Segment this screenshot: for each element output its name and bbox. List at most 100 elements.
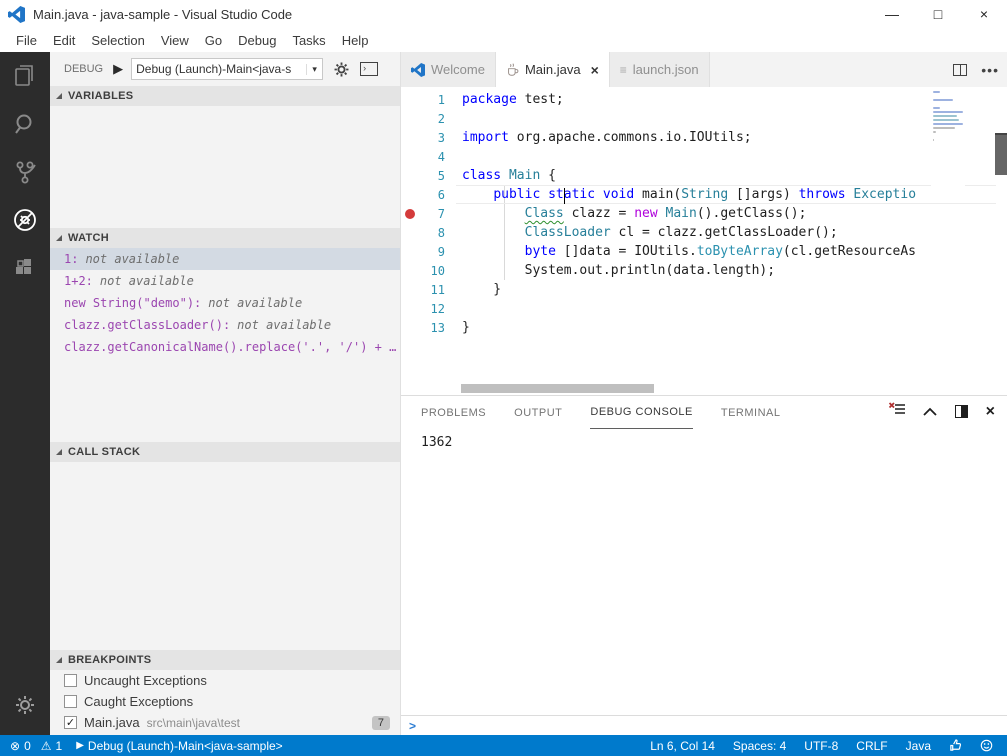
tab-terminal[interactable]: TERMINAL	[721, 396, 781, 429]
menu-item-go[interactable]: Go	[197, 31, 230, 50]
debug-launch-status[interactable]: ▶ Debug (Launch)-Main<java-sample>	[76, 739, 282, 753]
watch-item[interactable]: 1+2: not available	[50, 270, 400, 292]
search-icon[interactable]	[0, 100, 50, 148]
start-debug-button[interactable]: ▶	[113, 61, 123, 77]
close-tab-icon[interactable]: ×	[591, 62, 599, 78]
line-number[interactable]: 12	[419, 302, 445, 316]
breakpoint-gutter[interactable]	[401, 280, 419, 299]
breakpoint-gutter[interactable]	[401, 90, 419, 109]
line-number[interactable]: 8	[419, 226, 445, 240]
breakpoint-gutter[interactable]	[401, 223, 419, 242]
watch-item[interactable]: clazz.getClassLoader(): not available	[50, 314, 400, 336]
tab-welcome[interactable]: Welcome	[401, 52, 496, 87]
eol-status[interactable]: CRLF	[856, 739, 887, 753]
checkbox-unchecked-icon[interactable]	[64, 695, 77, 708]
line-number[interactable]: 9	[419, 245, 445, 259]
explorer-icon[interactable]	[0, 52, 50, 100]
indentation-status[interactable]: Spaces: 4	[733, 739, 786, 753]
line-number[interactable]: 4	[419, 150, 445, 164]
breakpoint-gutter[interactable]	[401, 204, 419, 223]
maximize-panel-icon[interactable]	[923, 403, 937, 421]
menu-item-file[interactable]: File	[8, 31, 45, 50]
vertical-scrollbar[interactable]	[995, 135, 1007, 175]
section-header-call-stack[interactable]: CALL STACK	[50, 442, 400, 462]
minimap[interactable]	[931, 87, 965, 187]
language-status[interactable]: Java	[906, 739, 931, 753]
menu-item-tasks[interactable]: Tasks	[284, 31, 333, 50]
breakpoint-gutter[interactable]	[401, 261, 419, 280]
breakpoint-gutter[interactable]	[401, 166, 419, 185]
code-editor[interactable]: 1 package test; 2 3 import org.apache.common…	[401, 87, 1007, 395]
tab-launch-json[interactable]: ≡ launch.json	[609, 52, 710, 87]
source-control-icon[interactable]	[0, 148, 50, 196]
section-header-breakpoints[interactable]: BREAKPOINTS	[50, 650, 400, 670]
maximize-button[interactable]: □	[915, 0, 961, 28]
clear-console-icon[interactable]	[888, 402, 905, 421]
breakpoint-gutter[interactable]	[401, 242, 419, 261]
line-number[interactable]: 2	[419, 112, 445, 126]
line-number[interactable]: 7	[419, 207, 445, 221]
encoding-status[interactable]: UTF-8	[804, 739, 838, 753]
debug-config-select[interactable]: Debug (Launch)-Main<java-s ▾	[131, 58, 324, 80]
watch-item[interactable]: clazz.getCanonicalName().replace('.', '/…	[50, 336, 400, 358]
close-panel-icon[interactable]: ×	[986, 403, 995, 419]
horizontal-scrollbar[interactable]	[461, 384, 654, 393]
watch-item[interactable]: new String("demo"): not available	[50, 292, 400, 314]
code-token: throws	[798, 187, 846, 202]
tab-debug-console[interactable]: DEBUG CONSOLE	[590, 396, 693, 429]
breakpoint-gutter[interactable]	[401, 147, 419, 166]
tab-output[interactable]: OUTPUT	[514, 396, 562, 429]
cursor-position-status[interactable]: Ln 6, Col 14	[650, 739, 715, 753]
debug-console-input[interactable]: >	[401, 715, 1007, 735]
breakpoint-gutter[interactable]	[401, 318, 419, 337]
checkbox-checked-icon[interactable]: ✓	[64, 716, 77, 729]
line-number[interactable]: 1	[419, 93, 445, 107]
menu-item-edit[interactable]: Edit	[45, 31, 83, 50]
breakpoint-item[interactable]: Caught Exceptions	[50, 691, 400, 712]
split-editor-icon[interactable]	[953, 63, 968, 76]
line-number[interactable]: 5	[419, 169, 445, 183]
breakpoint-gutter[interactable]	[401, 109, 419, 128]
line-number[interactable]: 13	[419, 321, 445, 335]
feedback-hand-icon[interactable]	[949, 739, 962, 752]
breakpoint-gutter[interactable]	[401, 185, 419, 204]
breakpoint-item[interactable]: ✓ Main.java src\main\java\test 7	[50, 712, 400, 733]
line-number[interactable]: 3	[419, 131, 445, 145]
menu-item-selection[interactable]: Selection	[83, 31, 152, 50]
breakpoint-item[interactable]: Uncaught Exceptions	[50, 670, 400, 691]
menu-item-debug[interactable]: Debug	[230, 31, 284, 50]
section-title: WATCH	[68, 232, 110, 244]
breakpoint-label: Caught Exceptions	[84, 694, 194, 709]
checkbox-unchecked-icon[interactable]	[64, 674, 77, 687]
section-header-variables[interactable]: VARIABLES	[50, 86, 400, 106]
smiley-icon[interactable]	[980, 739, 993, 752]
close-window-button[interactable]: ×	[961, 0, 1007, 28]
watch-expression: 1:	[64, 252, 79, 266]
line-number[interactable]: 11	[419, 283, 445, 297]
debug-toolbar: DEBUG ▶ Debug (Launch)-Main<java-s ▾ ›	[50, 52, 400, 86]
tab-problems[interactable]: PROBLEMS	[421, 396, 486, 429]
tab-main-java[interactable]: Main.java ×	[495, 52, 610, 87]
line-number[interactable]: 6	[419, 188, 445, 202]
debug-icon[interactable]	[0, 196, 50, 244]
more-actions-icon[interactable]: •••	[981, 62, 999, 78]
breakpoint-gutter[interactable]	[401, 299, 419, 318]
watch-item[interactable]: 1: not available	[50, 248, 400, 270]
split-panel-icon[interactable]	[954, 405, 968, 418]
breakpoint-gutter[interactable]	[401, 128, 419, 147]
section-header-watch[interactable]: WATCH	[50, 228, 400, 248]
line-number[interactable]: 10	[419, 264, 445, 278]
problems-status[interactable]: ⊗ 0 ⚠ 1	[10, 739, 62, 753]
configure-gear-icon[interactable]	[331, 59, 351, 79]
extensions-icon[interactable]	[0, 244, 50, 292]
settings-gear-icon[interactable]	[0, 681, 50, 729]
code-line-text: public static void main(String []args) t…	[445, 187, 996, 204]
breakpoint-dot[interactable]	[405, 208, 415, 219]
menu-item-view[interactable]: View	[153, 31, 197, 50]
minimize-button[interactable]: —	[869, 0, 915, 28]
menu-item-help[interactable]: Help	[334, 31, 377, 50]
code-token: package	[462, 92, 517, 107]
open-debug-console-icon[interactable]: ›	[359, 59, 379, 79]
